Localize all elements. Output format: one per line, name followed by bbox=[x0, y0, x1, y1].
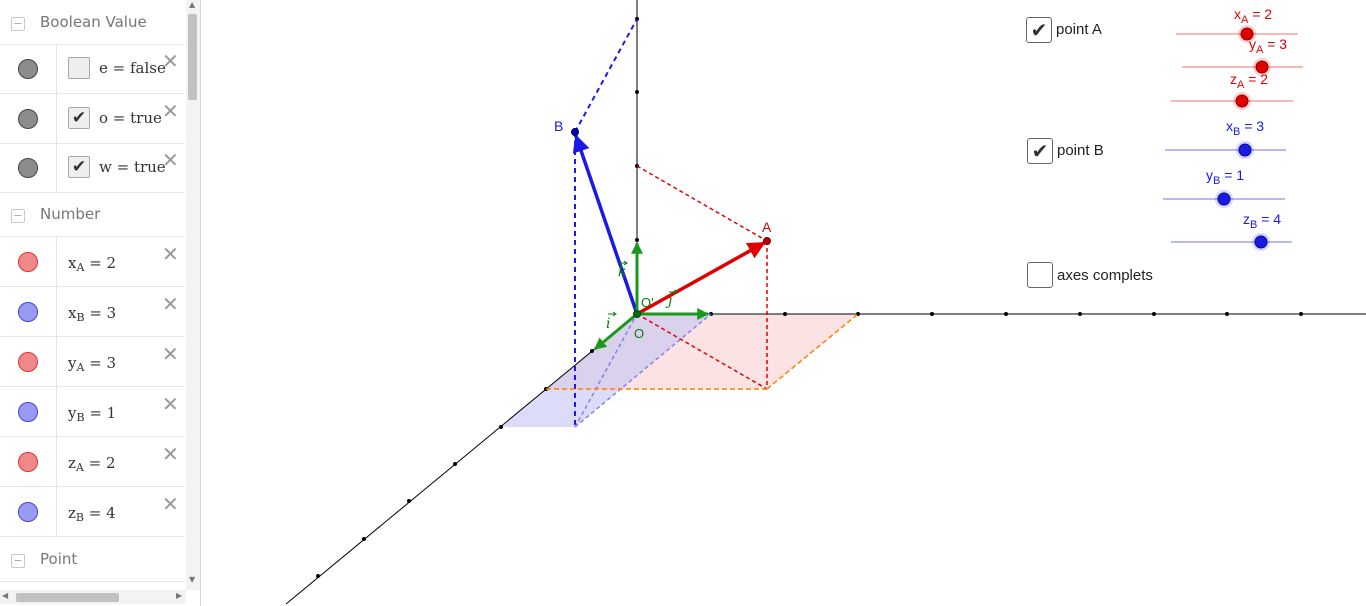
visibility-toggle[interactable] bbox=[0, 387, 57, 436]
scroll-right-icon[interactable]: ▶ bbox=[176, 591, 182, 600]
visibility-toggle[interactable] bbox=[0, 337, 57, 386]
visibility-toggle[interactable] bbox=[0, 287, 57, 336]
algebra-row-zA[interactable]: zA = 2 ✕ bbox=[0, 437, 185, 487]
vector-OA[interactable] bbox=[636, 241, 766, 316]
algebra-row-e[interactable]: e = false ✕ bbox=[0, 44, 185, 94]
slider-label-zB: zB = 4 bbox=[1243, 211, 1281, 231]
visibility-toggle[interactable] bbox=[0, 94, 57, 143]
algebra-row-o[interactable]: ✔ o = true ✕ bbox=[0, 94, 185, 144]
algebra-expression[interactable]: zB = 4 bbox=[68, 504, 116, 524]
vertical-scrollbar[interactable]: ▲ ▼ bbox=[186, 0, 200, 590]
checkbox-label-point-A: point A bbox=[1056, 21, 1102, 38]
slider-label-zA: zA = 2 bbox=[1230, 71, 1268, 91]
visibility-toggle[interactable] bbox=[0, 143, 57, 192]
delete-icon[interactable]: ✕ bbox=[162, 342, 179, 366]
delete-icon[interactable]: ✕ bbox=[162, 49, 179, 73]
algebra-row-w[interactable]: ✔ w = true ✕ bbox=[0, 143, 185, 193]
delete-icon[interactable]: ✕ bbox=[162, 442, 179, 466]
point-A[interactable] bbox=[763, 237, 771, 245]
delete-icon[interactable]: ✕ bbox=[162, 148, 179, 172]
slider-zA[interactable]: zA = 2 bbox=[1171, 71, 1293, 110]
delete-icon[interactable]: ✕ bbox=[162, 392, 179, 416]
slider-xB[interactable]: xB = 3 bbox=[1165, 118, 1286, 159]
marble-icon bbox=[18, 502, 38, 522]
point-B[interactable] bbox=[571, 128, 579, 136]
scroll-up-icon[interactable]: ▲ bbox=[189, 0, 195, 9]
marble-icon bbox=[18, 109, 38, 129]
slider-label-yA: yA = 3 bbox=[1249, 36, 1287, 56]
group-label: Boolean Value bbox=[40, 13, 147, 31]
label-j: j bbox=[665, 293, 673, 309]
collapse-icon[interactable]: − bbox=[11, 209, 25, 223]
algebra-view: − Boolean Value e = false ✕ ✔ o = true ✕… bbox=[0, 0, 201, 606]
label-i: i bbox=[606, 316, 610, 332]
x-axis bbox=[285, 313, 638, 605]
algebra-row-zB[interactable]: zB = 4 ✕ bbox=[0, 487, 185, 537]
visibility-toggle[interactable] bbox=[0, 237, 57, 286]
label-k: k bbox=[618, 264, 626, 280]
algebra-expression[interactable]: zA = 2 bbox=[68, 454, 116, 474]
vector-OB[interactable] bbox=[572, 134, 639, 315]
slider-yB[interactable]: yB = 1 bbox=[1163, 167, 1285, 208]
scroll-thumb[interactable] bbox=[16, 593, 119, 602]
scroll-thumb[interactable] bbox=[188, 14, 197, 100]
marble-icon bbox=[18, 452, 38, 472]
algebra-row-yA[interactable]: yA = 3 ✕ bbox=[0, 337, 185, 387]
scroll-left-icon[interactable]: ◀ bbox=[2, 591, 8, 600]
checkbox-point-A[interactable]: ✔ bbox=[1026, 17, 1052, 43]
group-header-point[interactable]: − Point bbox=[0, 537, 185, 582]
slider-label-xB: xB = 3 bbox=[1226, 118, 1264, 138]
graphics-view[interactable]: A B O O' i j k xA = 2 yA = 3 zA = 2 xB =… bbox=[201, 0, 1366, 606]
algebra-expression[interactable]: w = true bbox=[99, 158, 166, 176]
slider-yA[interactable]: yA = 3 bbox=[1182, 36, 1303, 76]
collapse-icon[interactable]: − bbox=[11, 17, 25, 31]
marble-icon bbox=[18, 252, 38, 272]
checkbox-label-axes-complets: axes complets bbox=[1057, 267, 1153, 284]
algebra-expression[interactable]: xA = 2 bbox=[68, 254, 116, 274]
marble-icon bbox=[18, 402, 38, 422]
marble-icon bbox=[18, 352, 38, 372]
algebra-row-xB[interactable]: xB = 3 ✕ bbox=[0, 287, 185, 337]
algebra-expression[interactable]: e = false bbox=[99, 59, 166, 77]
group-label: Point bbox=[40, 550, 78, 568]
label-A: A bbox=[762, 219, 772, 235]
group-header-number[interactable]: − Number bbox=[0, 192, 185, 237]
boolean-checkbox[interactable] bbox=[68, 57, 90, 79]
delete-icon[interactable]: ✕ bbox=[162, 492, 179, 516]
delete-icon[interactable]: ✕ bbox=[162, 292, 179, 316]
boolean-checkbox[interactable]: ✔ bbox=[68, 156, 90, 178]
algebra-expression[interactable]: yA = 3 bbox=[68, 354, 116, 374]
point-O[interactable] bbox=[633, 310, 641, 318]
label-O-prime: O' bbox=[641, 295, 654, 310]
checkbox-axes-complets[interactable] bbox=[1027, 262, 1053, 288]
visibility-toggle[interactable] bbox=[0, 437, 57, 486]
scroll-down-icon[interactable]: ▼ bbox=[189, 575, 195, 584]
group-header-boolean[interactable]: − Boolean Value bbox=[0, 0, 185, 45]
checkbox-label-point-B: point B bbox=[1057, 142, 1104, 159]
marble-icon bbox=[18, 158, 38, 178]
checkbox-point-B[interactable]: ✔ bbox=[1027, 138, 1053, 164]
algebra-expression[interactable]: o = true bbox=[99, 109, 162, 127]
slider-label-xA: xA = 2 bbox=[1234, 6, 1272, 26]
axis-ticks bbox=[316, 17, 1303, 578]
marble-icon bbox=[18, 59, 38, 79]
delete-icon[interactable]: ✕ bbox=[162, 99, 179, 123]
algebra-expression[interactable]: xB = 3 bbox=[68, 304, 116, 324]
visibility-toggle[interactable] bbox=[0, 487, 57, 536]
slider-zB[interactable]: zB = 4 bbox=[1171, 211, 1292, 251]
collapse-icon[interactable]: − bbox=[11, 554, 25, 568]
label-O: O bbox=[634, 326, 644, 341]
algebra-row-xA[interactable]: xA = 2 ✕ bbox=[0, 237, 185, 287]
visibility-toggle[interactable] bbox=[0, 44, 57, 93]
group-label: Number bbox=[40, 205, 101, 223]
slider-label-yB: yB = 1 bbox=[1206, 167, 1244, 187]
label-B: B bbox=[554, 118, 563, 134]
delete-icon[interactable]: ✕ bbox=[162, 242, 179, 266]
horizontal-scrollbar[interactable]: ◀ ▶ bbox=[0, 590, 186, 604]
algebra-row-yB[interactable]: yB = 1 ✕ bbox=[0, 387, 185, 437]
algebra-expression[interactable]: yB = 1 bbox=[68, 404, 116, 424]
boolean-checkbox[interactable]: ✔ bbox=[68, 107, 90, 129]
marble-icon bbox=[18, 302, 38, 322]
